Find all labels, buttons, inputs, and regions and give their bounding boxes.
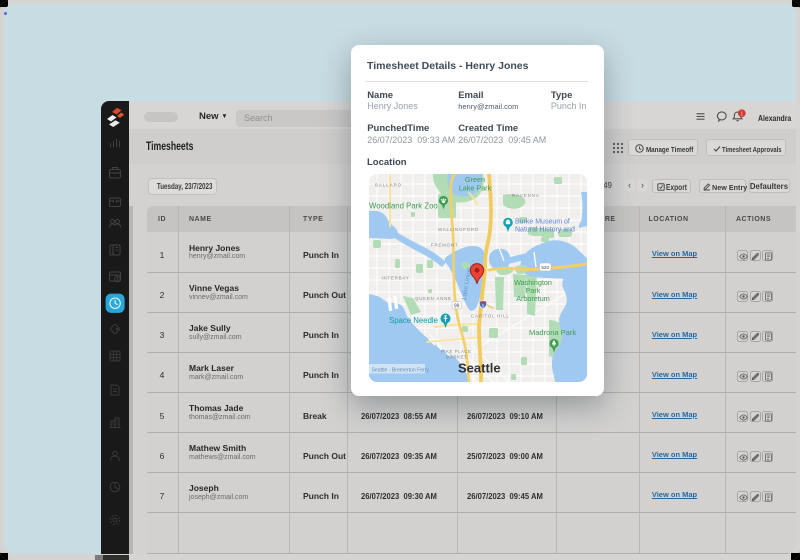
svg-text:Space Needle: Space Needle	[389, 316, 438, 325]
svg-text:QUEEN ANNE: QUEEN ANNE	[415, 296, 452, 301]
svg-text:MARKET: MARKET	[446, 354, 467, 359]
svg-text:INTERBAY: INTERBAY	[381, 275, 409, 280]
svg-text:Natural History and: Natural History and	[515, 226, 575, 233]
svg-text:BALLARD: BALLARD	[375, 182, 402, 187]
svg-text:WALLINGFORD: WALLINGFORD	[438, 227, 479, 232]
svg-text:99: 99	[453, 303, 459, 309]
svg-text:Arboretum: Arboretum	[516, 294, 550, 303]
svg-text:Lake Park: Lake Park	[458, 183, 491, 192]
svg-text:RAVENNA: RAVENNA	[512, 193, 540, 198]
svg-text:Seattle: Seattle	[458, 360, 501, 375]
svg-text:520: 520	[541, 265, 549, 270]
svg-text:FREMONT: FREMONT	[431, 242, 458, 247]
svg-text:PIKE PLACE: PIKE PLACE	[441, 349, 471, 354]
svg-text:1: 1	[740, 112, 743, 118]
svg-text:Burke Museum of: Burke Museum of	[515, 218, 570, 225]
svg-text:Woodland Park Zoo: Woodland Park Zoo	[369, 201, 438, 210]
svg-text:Madrona Park: Madrona Park	[529, 328, 576, 337]
svg-text:CAPITOL HILL: CAPITOL HILL	[471, 313, 510, 318]
svg-text:Seattle - Bremerton Ferry: Seattle - Bremerton Ferry	[371, 367, 429, 373]
